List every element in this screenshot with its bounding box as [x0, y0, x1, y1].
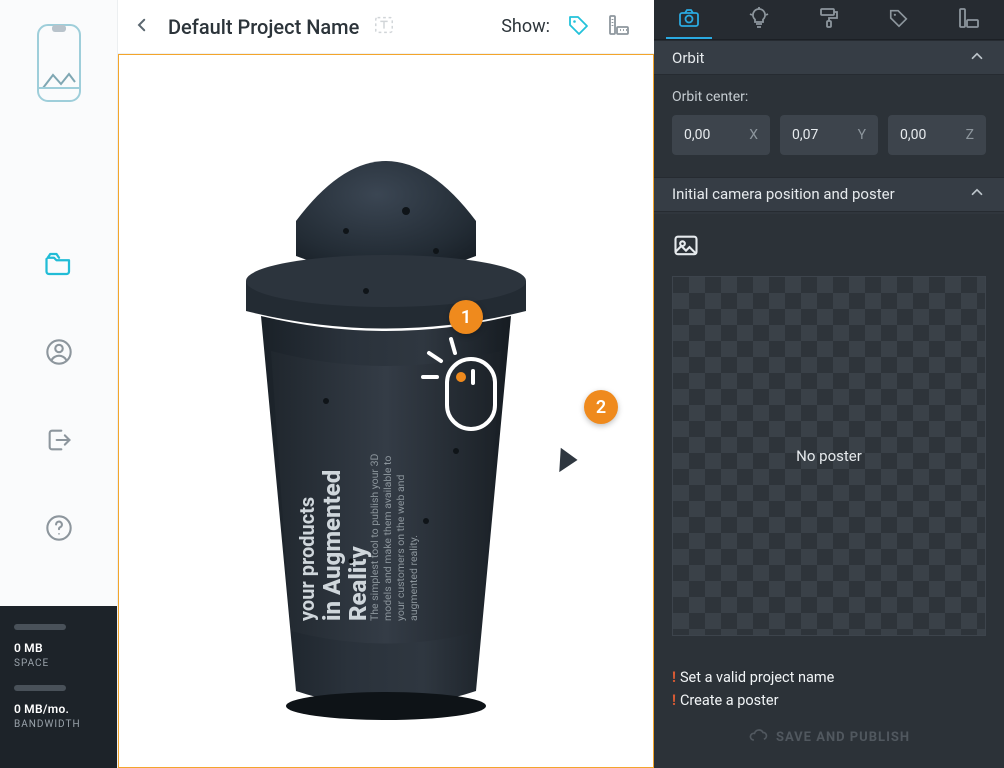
nav-help[interactable]: [37, 508, 81, 552]
workspace: Default Project Name Show:: [118, 0, 654, 768]
bw-label: BANDWIDTH: [14, 718, 103, 732]
space-label: SPACE: [14, 657, 103, 671]
usage-bar-space: [14, 624, 66, 630]
save-publish-button[interactable]: SAVE AND PUBLISH: [672, 720, 986, 754]
show-label: Show:: [501, 16, 550, 37]
orbit-y-axis: Y: [858, 127, 866, 143]
image-icon: [672, 245, 700, 264]
bw-unit: MB/mo.: [24, 702, 69, 716]
tag-icon: [888, 7, 910, 33]
mouse-icon: [419, 335, 509, 439]
poster-preview[interactable]: No poster: [672, 276, 986, 636]
section-camera-header[interactable]: Initial camera position and poster: [654, 177, 1004, 212]
ruler-icon: [957, 6, 981, 34]
curved-arrow-icon: [511, 410, 591, 484]
folder-open-icon: [44, 249, 74, 283]
edit-title-button[interactable]: [373, 14, 395, 40]
camera-icon: [677, 6, 701, 34]
back-button[interactable]: [126, 11, 158, 43]
tag-icon: [567, 13, 591, 41]
tutorial-overlay: 1 2: [119, 55, 653, 767]
step-badge-2-label: 2: [596, 397, 606, 418]
space-value: 0: [14, 641, 21, 655]
orbit-x-value: 0,00: [684, 127, 710, 143]
orbit-y-input[interactable]: 0,07 Y: [780, 115, 878, 155]
sidebar-nav: [0, 144, 117, 606]
warning-poster-text: Create a poster: [680, 689, 779, 712]
panel-tabs: [654, 0, 1004, 40]
tab-camera[interactable]: [654, 0, 724, 39]
space-unit: MB: [24, 641, 43, 655]
bw-value: 0: [14, 702, 21, 716]
tab-lighting[interactable]: [724, 0, 794, 39]
orbit-y-value: 0,07: [792, 127, 818, 143]
warning-icon: !: [672, 689, 676, 712]
tab-hotspots[interactable]: [864, 0, 934, 39]
warning-icon: !: [672, 666, 676, 689]
logout-icon: [45, 426, 73, 458]
chevron-up-icon: [968, 183, 986, 205]
text-edit-icon: [373, 21, 395, 40]
help-icon: [45, 514, 73, 546]
warnings: !Set a valid project name !Create a post…: [672, 666, 986, 712]
lightbulb-icon: [747, 6, 771, 34]
sidebar: 0 MB SPACE 0 MB/mo. BANDWIDTH: [0, 0, 118, 768]
project-title[interactable]: Default Project Name: [168, 15, 359, 39]
ruler-icon: [607, 13, 631, 41]
chevron-left-icon: [133, 16, 151, 38]
orbit-z-input[interactable]: 0,00 Z: [888, 115, 986, 155]
orbit-z-value: 0,00: [900, 127, 926, 143]
bandwidth-stat: 0 MB/mo. BANDWIDTH: [14, 701, 103, 732]
no-poster-label: No poster: [796, 447, 862, 465]
tab-material[interactable]: [794, 0, 864, 39]
paint-roller-icon: [817, 6, 841, 34]
section-orbit-title: Orbit: [672, 49, 704, 67]
warning-poster: !Create a poster: [672, 689, 986, 712]
tab-dimensions[interactable]: [934, 0, 1004, 39]
section-camera-body: No poster: [654, 214, 1004, 658]
orbit-x-axis: X: [749, 127, 758, 143]
orbit-center-label: Orbit center:: [672, 89, 986, 105]
device-preview: [35, 0, 83, 144]
nav-account[interactable]: [37, 332, 81, 376]
usage-bar-bandwidth: [14, 685, 66, 691]
viewport[interactable]: your products in Augmented Reality The s…: [118, 54, 654, 768]
section-camera-title: Initial camera position and poster: [672, 185, 895, 203]
cloud-icon: [748, 725, 768, 749]
warning-project-name: !Set a valid project name: [672, 666, 986, 689]
toggle-dimensions[interactable]: [604, 12, 634, 42]
sidebar-footer: 0 MB SPACE 0 MB/mo. BANDWIDTH: [0, 606, 117, 768]
nav-logout[interactable]: [37, 420, 81, 464]
workspace-header: Default Project Name Show:: [118, 0, 654, 54]
step-badge-1-label: 1: [461, 307, 471, 328]
panel-footer: !Set a valid project name !Create a post…: [654, 658, 1004, 768]
publish-label: SAVE AND PUBLISH: [776, 730, 910, 745]
orbit-z-axis: Z: [966, 127, 974, 143]
user-circle-icon: [45, 338, 73, 370]
step-badge-1: 1: [449, 300, 483, 334]
section-orbit-header[interactable]: Orbit: [654, 40, 1004, 75]
space-stat: 0 MB SPACE: [14, 640, 103, 671]
step-badge-2: 2: [584, 390, 618, 424]
nav-projects[interactable]: [37, 244, 81, 288]
properties-panel: Orbit Orbit center: 0,00 X 0,07 Y 0,00 Z In…: [654, 0, 1004, 768]
chevron-up-icon: [968, 47, 986, 69]
capture-poster-button[interactable]: [672, 232, 702, 262]
warning-project-name-text: Set a valid project name: [680, 666, 834, 689]
toggle-tags[interactable]: [564, 12, 594, 42]
orbit-x-input[interactable]: 0,00 X: [672, 115, 770, 155]
canvas-wrap: your products in Augmented Reality The s…: [118, 54, 654, 768]
phone-icon: [35, 22, 83, 108]
section-orbit-body: Orbit center: 0,00 X 0,07 Y 0,00 Z: [654, 75, 1004, 177]
